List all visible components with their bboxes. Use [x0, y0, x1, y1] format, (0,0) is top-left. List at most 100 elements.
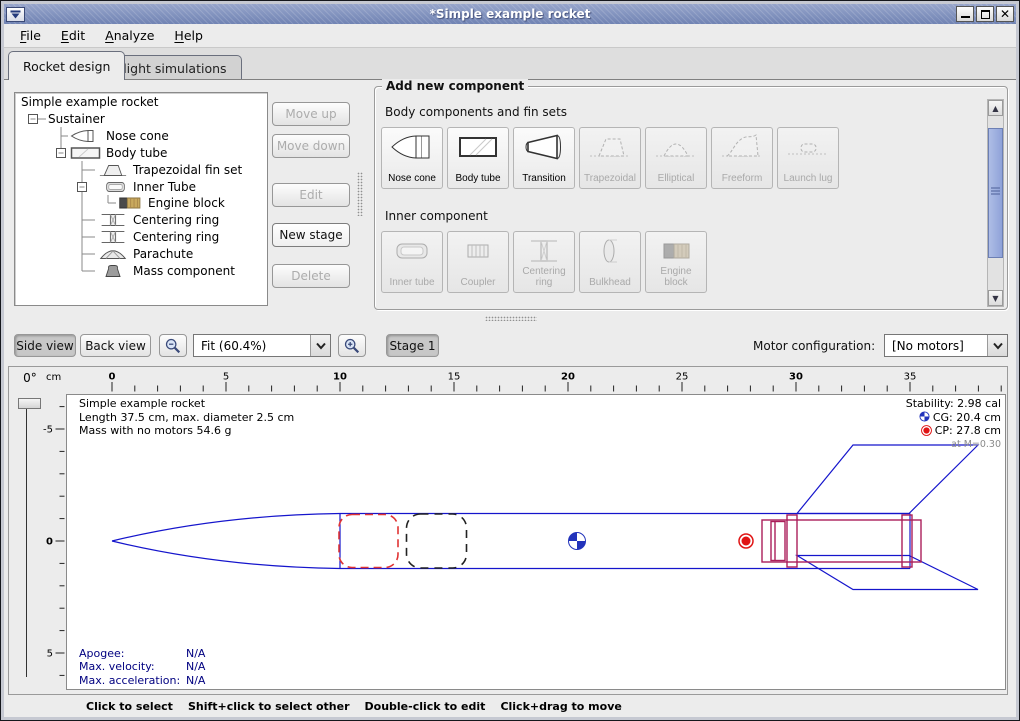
add-body-tube-button[interactable]: Body tube	[447, 127, 509, 189]
motor-configuration-value: [No motors]	[885, 335, 987, 356]
component-button-label: Freeform	[722, 174, 763, 185]
cg-marker-icon	[919, 411, 930, 422]
transition-icon	[521, 131, 567, 163]
zoom-level-select[interactable]: Fit (60.4%)	[193, 334, 331, 357]
close-icon: ✕	[1000, 7, 1010, 21]
component-tree[interactable]: Simple example rocketSustainerNose coneB…	[14, 92, 268, 306]
edit-button[interactable]: Edit	[272, 183, 350, 207]
rocket-design-panel: Simple example rocketSustainerNose coneB…	[4, 79, 1016, 717]
window-menu-icon[interactable]	[6, 7, 25, 22]
body-components-label: Body components and fin sets	[385, 105, 567, 119]
tree-item-label: Centering ring	[133, 230, 219, 244]
magnifier-plus-icon	[343, 337, 361, 355]
stage-1-toggle[interactable]: Stage 1	[386, 334, 439, 357]
bodytube-icon	[70, 146, 102, 160]
window-title: *Simple example rocket	[4, 7, 1016, 21]
add-transition-button[interactable]: Transition	[513, 127, 575, 189]
component-scrollbar[interactable]: ▲ ▼	[987, 99, 1004, 307]
rocket-name: Simple example rocket	[79, 397, 294, 411]
tree-item-label: Inner Tube	[133, 180, 196, 194]
scrollbar-thumb[interactable]	[988, 128, 1003, 258]
status-hint: Click+drag to move	[500, 700, 621, 713]
title-bar[interactable]: *Simple example rocket ✕	[4, 4, 1016, 24]
add-inner-tube-button[interactable]: Inner tube	[381, 231, 443, 293]
magnifier-minus-icon	[164, 337, 182, 355]
add-coupler-button[interactable]: Coupler	[447, 231, 509, 293]
back-view-button[interactable]: Back view	[80, 334, 151, 357]
chevron-down-icon	[992, 342, 1004, 350]
menu-file[interactable]: File	[12, 25, 49, 46]
tree-action-buttons: Move up Move down Edit New stage Delete	[270, 80, 350, 310]
move-down-button[interactable]: Move down	[272, 134, 350, 158]
move-up-button[interactable]: Move up	[272, 102, 350, 126]
add-trapezoidal-button[interactable]: Trapezoidal	[579, 127, 641, 189]
zoom-in-button[interactable]	[338, 334, 366, 357]
rocket-summary: Simple example rocket Length 37.5 cm, ma…	[79, 397, 294, 438]
new-stage-button[interactable]: New stage	[272, 223, 350, 247]
body-component-buttons: Nose cone Body tube Transition Trapezoidal E…	[381, 127, 839, 189]
zoom-level-value: Fit (60.4%)	[194, 335, 310, 356]
parachute-icon	[99, 247, 127, 261]
menu-edit[interactable]: Edit	[53, 25, 93, 46]
minimize-button[interactable]	[956, 6, 974, 22]
nosecone-icon	[389, 131, 435, 163]
component-button-label: Bulkhead	[589, 278, 631, 289]
maximize-button[interactable]	[976, 6, 994, 22]
add-component-title: Add new component	[382, 79, 528, 93]
menu-analyze[interactable]: Analyze	[97, 25, 162, 46]
maximize-icon	[981, 10, 990, 19]
innertube-icon	[105, 180, 129, 194]
tree-item-label: Centering ring	[133, 213, 219, 227]
cp-marker-icon	[921, 425, 932, 436]
menu-help[interactable]: Help	[166, 25, 211, 46]
tree-item-label: Trapezoidal fin set	[133, 163, 242, 177]
motor-configuration-label: Motor configuration:	[753, 339, 875, 353]
component-button-label: Elliptical	[658, 174, 695, 185]
component-button-label: Inner tube	[389, 278, 434, 289]
component-button-label: Trapezoidal	[584, 174, 636, 185]
centeringring-icon	[521, 235, 567, 267]
add-engine-block-button[interactable]: Engineblock	[645, 231, 707, 293]
scroll-down-icon[interactable]: ▼	[988, 290, 1003, 306]
delete-button[interactable]: Delete	[272, 264, 350, 288]
tree-item-label: Simple example rocket	[21, 95, 158, 109]
component-button-label: Centeringring	[522, 267, 565, 288]
rocket-canvas[interactable]	[66, 394, 1006, 690]
finset-icon	[99, 163, 127, 177]
component-button-label: Engineblock	[660, 267, 691, 288]
system-triangle-icon	[10, 10, 21, 19]
cg-line: CG: 20.4 cm	[906, 411, 1001, 425]
centeringring-icon	[99, 213, 127, 227]
status-hint: Click to select	[86, 700, 173, 713]
max-velocity-row: Max. velocity:N/A	[79, 660, 205, 673]
zoom-out-button[interactable]	[159, 334, 187, 357]
close-button[interactable]: ✕	[996, 6, 1014, 22]
max-acceleration-row: Max. acceleration:N/A	[79, 674, 205, 687]
component-button-label: Body tube	[455, 174, 500, 185]
side-view-button[interactable]: Side view	[14, 334, 76, 357]
status-hint: Double-click to edit	[365, 700, 486, 713]
tab-rocket-design[interactable]: Rocket design	[8, 51, 125, 80]
flight-estimates: Apogee:N/A Max. velocity:N/A Max. accele…	[79, 647, 205, 687]
scrollbar-grip-icon	[989, 187, 1002, 197]
component-button-label: Transition	[522, 174, 566, 185]
horizontal-splitter[interactable]	[485, 316, 537, 321]
stability-info: Stability: 2.98 cal CG: 20.4 cm CP: 27.8…	[906, 397, 1001, 451]
add-bulkhead-button[interactable]: Bulkhead	[579, 231, 641, 293]
tree-item-label: Body tube	[106, 146, 167, 160]
rotation-slider-handle[interactable]	[18, 398, 41, 409]
nosecone-icon	[70, 129, 102, 143]
scroll-up-icon[interactable]: ▲	[988, 100, 1003, 116]
vertical-splitter[interactable]	[357, 172, 363, 216]
component-button-label: Launch lug	[784, 174, 833, 185]
application-window: *Simple example rocket ✕ FileEditAnalyze…	[0, 0, 1020, 721]
fintrap-icon	[587, 131, 633, 163]
add-nose-cone-button[interactable]: Nose cone	[381, 127, 443, 189]
add-elliptical-button[interactable]: Elliptical	[645, 127, 707, 189]
add-centering-ring-button[interactable]: Centeringring	[513, 231, 575, 293]
motor-configuration-select[interactable]: [No motors]	[884, 334, 1008, 357]
add-freeform-button[interactable]: Freeform	[711, 127, 773, 189]
window-controls: ✕	[956, 6, 1014, 22]
stability-value: Stability: 2.98 cal	[906, 397, 1001, 411]
add-launch-lug-button[interactable]: Launch lug	[777, 127, 839, 189]
